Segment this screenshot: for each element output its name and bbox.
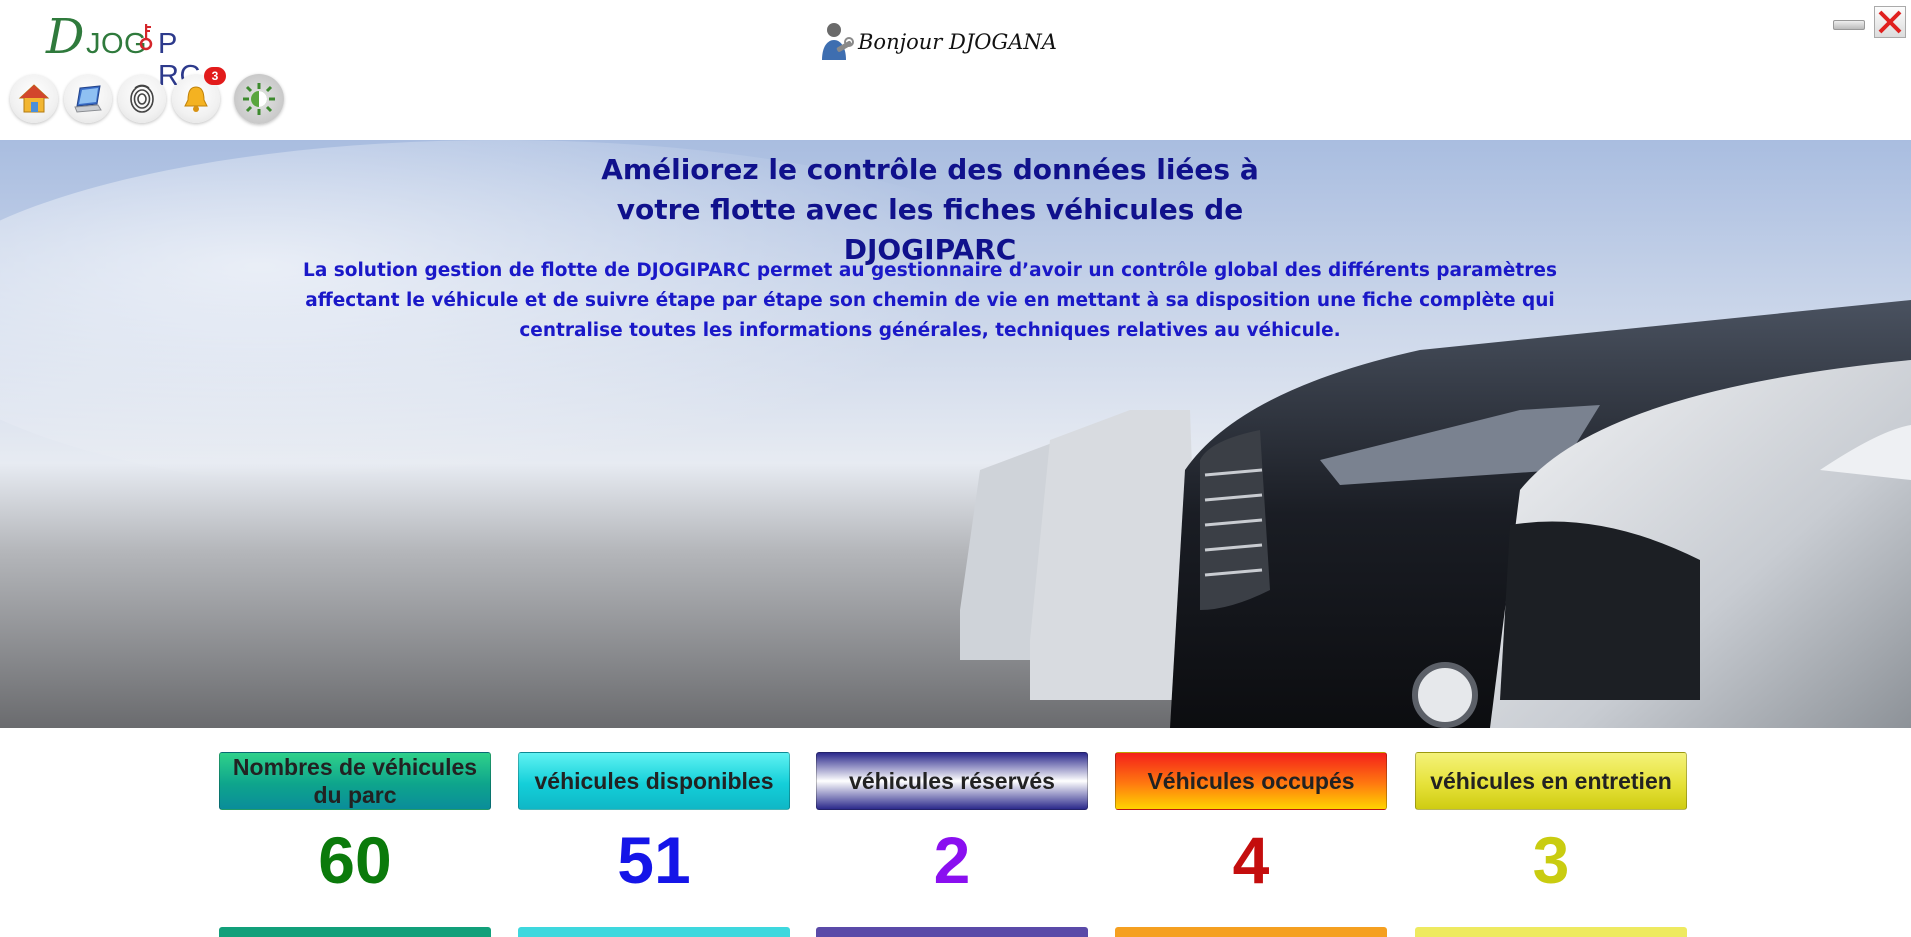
user-greeting: Bonjour DJOGANA [818,20,1057,64]
stat-maintenance-vehicles-value: 3 [1532,823,1570,897]
stat-reserved-vehicles-value: 2 [933,823,971,897]
next-row-card-4 [1115,927,1387,937]
stat-available-vehicles-label: véhicules disponibles [534,768,774,794]
stat-maintenance-vehicles-label: véhicules en entretien [1430,768,1672,794]
next-row-card-2 [518,927,790,937]
home-icon [18,84,50,113]
logo-text-jog: JOG [86,28,148,60]
close-icon [1878,10,1902,34]
stat-occupied-vehicles-value: 4 [1232,823,1270,897]
fingerprint-icon [130,84,154,113]
stat-occupied-vehicles-label: Véhicules occupés [1147,768,1355,794]
stat-reserved-vehicles-button[interactable]: véhicules réservés [816,752,1088,810]
stat-total-vehicles-value: 60 [318,823,392,897]
settings-button[interactable] [234,74,284,124]
key-icon [139,24,153,51]
user-avatar-icon [822,23,854,60]
stat-occupied-vehicles-button[interactable]: Véhicules occupés [1115,752,1387,810]
stat-available-vehicles-button[interactable]: véhicules disponibles [518,752,790,810]
fingerprint-button[interactable] [118,75,166,123]
logo-letter-d: D [46,9,85,65]
hero-title: Améliorez le contrôle des données liées … [601,153,1259,266]
close-button[interactable] [1874,6,1906,38]
greeting-text: Bonjour DJOGANA [858,30,1057,54]
stat-total-vehicles-button[interactable]: Nombres de véhicules du parc [219,752,491,810]
stat-total-vehicles-label: Nombres de véhicules du parc [232,754,478,808]
sun-settings-icon [243,83,275,115]
hero-description: La solution gestion de flotte de DJOGIPA… [303,260,1557,341]
next-row-card-1 [219,927,491,937]
notification-badge: 3 [204,67,226,85]
next-row-card-5 [1415,927,1687,937]
computer-button[interactable] [64,75,112,123]
bell-icon [184,86,208,112]
minimize-button[interactable] [1833,20,1865,30]
hero-banner: Améliorez le contrôle des données liées … [0,140,1911,728]
home-button[interactable] [10,75,58,123]
stat-available-vehicles-value: 51 [617,823,691,897]
next-row-card-3 [816,927,1088,937]
stat-maintenance-vehicles-button[interactable]: véhicules en entretien [1415,752,1687,810]
app-header: D JOG P RC 3 Bonjour DJOGANA [0,0,1911,140]
laptop-icon [74,85,102,113]
stat-reserved-vehicles-label: véhicules réservés [849,768,1055,794]
